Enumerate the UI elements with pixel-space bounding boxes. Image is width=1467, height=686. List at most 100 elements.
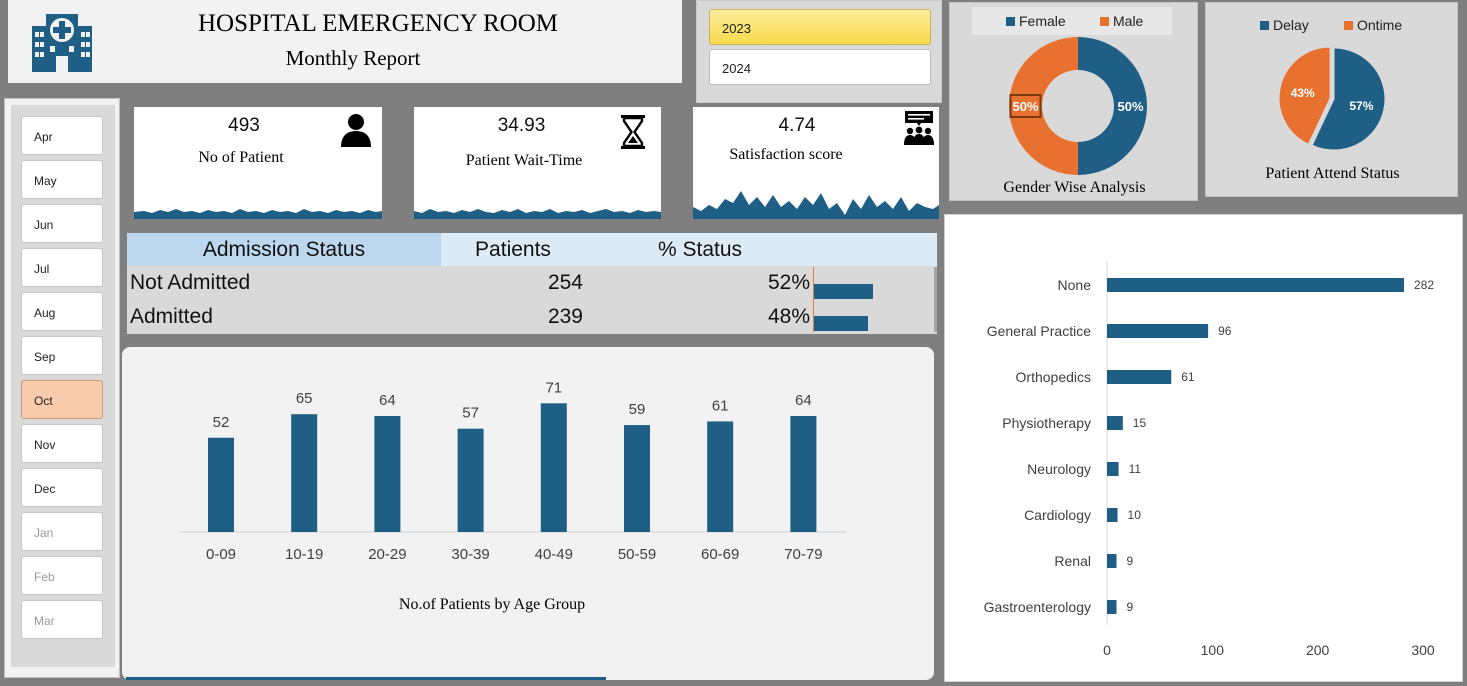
- data-label: 64: [379, 392, 396, 409]
- hospital-building-icon: [32, 14, 92, 72]
- cell-patients: 254: [547, 271, 583, 294]
- kpi-card-patients: 493 No of Patient: [134, 107, 382, 219]
- y-tick-label: Orthopedics: [1016, 369, 1091, 385]
- kpi-card-wait-time: 34.93 Patient Wait-Time: [414, 107, 661, 219]
- month-slicer-list: Apr May Jun Jul Aug Sep Oct Nov Dec Jan Feb Mar: [11, 105, 115, 667]
- x-tick-label: 50-59: [618, 546, 656, 563]
- y-tick-label: Physiotherapy: [1002, 415, 1091, 431]
- kpi-card-satisfaction: 4.74 Satisfaction score: [693, 107, 939, 219]
- x-tick-label: 300: [1411, 642, 1435, 658]
- bar-70-79: [790, 416, 817, 532]
- pct-status-bars: [813, 267, 937, 332]
- cell-pct: 52%: [767, 271, 810, 294]
- legend-male: Male: [1100, 13, 1143, 29]
- month-option-mar[interactable]: Mar: [21, 600, 103, 639]
- pct-bar-admitted: [814, 316, 868, 331]
- kpi-value-wait-time: 34.93: [497, 115, 546, 136]
- x-tick-label: 20-29: [368, 546, 406, 563]
- x-tick-label: 0-09: [206, 546, 236, 563]
- bar-cardiology: [1107, 508, 1118, 522]
- attend-chart-title: Patient Attend Status: [1265, 165, 1400, 182]
- y-tick-label: Cardiology: [1024, 507, 1091, 523]
- gender-chart-panel: Female Male 50% 50% Gender Wise Analysis: [949, 2, 1198, 201]
- page-subtitle: Monthly Report: [285, 46, 421, 70]
- admission-status-table: Admission Status Patients % Status Not A…: [127, 233, 937, 334]
- data-label: 15: [1133, 416, 1147, 430]
- x-tick-label: 60-69: [701, 546, 739, 563]
- month-option-jul[interactable]: Jul: [21, 248, 103, 287]
- year-slicer: 2023 2024: [696, 0, 942, 103]
- kpi-label-patients: No of Patient: [198, 149, 284, 166]
- x-tick-label: 200: [1306, 642, 1330, 658]
- slice-label: 57%: [1349, 99, 1373, 113]
- slice-label: 50%: [1117, 99, 1143, 114]
- month-option-feb[interactable]: Feb: [21, 556, 103, 595]
- data-label: 61: [1181, 370, 1195, 384]
- month-option-oct[interactable]: Oct: [21, 380, 103, 419]
- legend-delay: Delay: [1260, 17, 1309, 33]
- bar-orthopedics: [1107, 370, 1172, 384]
- data-label: 59: [629, 401, 646, 418]
- bar-physiotherapy: [1107, 416, 1123, 430]
- kpi-value-patients: 493: [228, 115, 260, 136]
- month-option-aug[interactable]: Aug: [21, 292, 103, 331]
- wait-time-sparkline: [414, 209, 661, 219]
- data-label: 9: [1126, 554, 1133, 568]
- legend-ontime: Ontime: [1344, 17, 1402, 33]
- month-option-nov[interactable]: Nov: [21, 424, 103, 463]
- bar-0-09: [208, 437, 234, 532]
- month-slicer: Apr May Jun Jul Aug Sep Oct Nov Dec Jan Feb Mar: [4, 98, 120, 678]
- year-option-2024[interactable]: 2024: [709, 49, 931, 85]
- bar-10-19: [291, 414, 318, 532]
- data-label: 11: [1129, 462, 1142, 476]
- bar-20-29: [374, 416, 401, 532]
- y-tick-label: Renal: [1054, 553, 1091, 569]
- data-label: 61: [712, 397, 729, 414]
- department-chart-panel: None 282 General Practice 96 Orthopedics 61 Ph…: [944, 214, 1463, 682]
- department-bar-chart: None 282 General Practice 96 Orthopedics 61 Ph…: [984, 261, 1435, 658]
- bar-50-59: [624, 425, 650, 532]
- scroll-indicator: [126, 677, 606, 680]
- slice-label: 50%: [1012, 99, 1038, 114]
- month-option-apr[interactable]: Apr: [21, 116, 103, 155]
- slice-label: 43%: [1291, 86, 1315, 100]
- bar-neurology: [1107, 462, 1119, 476]
- data-label: 64: [795, 392, 812, 409]
- bar-general-practice: [1107, 324, 1209, 338]
- data-label: 9: [1126, 600, 1133, 614]
- month-option-jun[interactable]: Jun: [21, 204, 103, 243]
- data-label: 52: [213, 414, 230, 431]
- bar-renal: [1107, 554, 1117, 568]
- kpi-label-satisfaction: Satisfaction score: [729, 146, 843, 163]
- group-feedback-icon: [904, 111, 934, 145]
- cell-status: Admitted: [130, 305, 213, 328]
- month-option-sep[interactable]: Sep: [21, 336, 103, 375]
- column-header-admission-status: Admission Status: [127, 233, 441, 266]
- x-tick-label: 0: [1103, 642, 1111, 658]
- y-tick-label: Gastroenterology: [984, 599, 1091, 615]
- cell-patients: 239: [547, 305, 583, 328]
- month-option-dec[interactable]: Dec: [21, 468, 103, 507]
- cell-pct: 48%: [767, 305, 810, 328]
- kpi-label-wait-time: Patient Wait-Time: [465, 152, 583, 169]
- bar-60-69: [707, 421, 734, 532]
- hourglass-icon: [621, 115, 645, 149]
- attend-chart-panel: Delay Ontime 57% 43% Patient Attend Statu…: [1205, 2, 1458, 197]
- cell-status: Not Admitted: [130, 271, 251, 294]
- report-header: HOSPITAL EMERGENCY ROOM Monthly Report: [8, 0, 682, 83]
- data-label: 282: [1414, 278, 1434, 292]
- table-header: Admission Status Patients % Status: [127, 233, 937, 266]
- attend-pie-chart: 57% 43%: [1278, 46, 1386, 151]
- data-label: 57: [462, 405, 479, 422]
- gender-chart-title: Gender Wise Analysis: [1003, 179, 1146, 196]
- month-option-may[interactable]: May: [21, 160, 103, 199]
- kpi-value-satisfaction: 4.74: [778, 115, 816, 136]
- bar-40-49: [540, 403, 567, 532]
- pct-bar-not-admitted: [814, 284, 873, 299]
- year-option-2023[interactable]: 2023: [709, 9, 931, 45]
- age-chart-title: No.of Patients by Age Group: [398, 596, 586, 613]
- age-group-bar-chart: 52 0-09 65 10-19 64 20-29 57 30-39 71 40-49 59 50-5…: [180, 379, 846, 563]
- page-title: HOSPITAL EMERGENCY ROOM: [197, 10, 559, 37]
- month-option-jan[interactable]: Jan: [21, 512, 103, 551]
- patients-sparkline: [134, 209, 382, 219]
